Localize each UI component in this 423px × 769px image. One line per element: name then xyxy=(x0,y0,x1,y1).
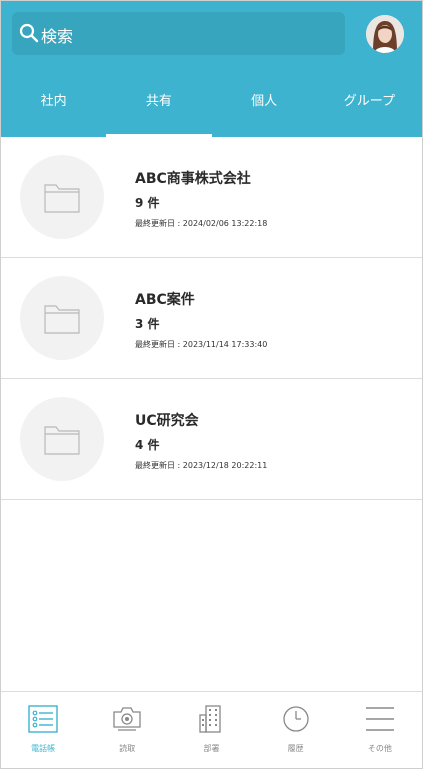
folder-updated: 最終更新日 : 2023/12/18 20:22:11 xyxy=(135,461,268,470)
tab-bar: 社内 共有 個人 グループ xyxy=(1,71,422,137)
folder-icon xyxy=(44,184,80,213)
folder-count: 4 件 xyxy=(135,438,160,452)
nav-label: 部署 xyxy=(203,744,220,753)
phonebook-icon xyxy=(28,705,58,733)
nav-label: 履歴 xyxy=(287,744,304,753)
nav-label: その他 xyxy=(367,744,392,753)
tab-shared[interactable]: 共有 xyxy=(106,71,212,137)
folder-thumbnail xyxy=(20,155,104,239)
nav-history[interactable]: 履歴 xyxy=(254,692,338,768)
tab-internal[interactable]: 社内 xyxy=(1,71,106,137)
folder-list: ABC商事株式会社 9 件 最終更新日 : 2024/02/06 13:22:1… xyxy=(1,137,422,500)
folder-updated: 最終更新日 : 2023/11/14 17:33:40 xyxy=(135,340,268,349)
clock-icon xyxy=(283,706,309,732)
camera-icon xyxy=(113,707,141,731)
header: 検索 社内 共有 個人 グループ xyxy=(1,1,422,137)
menu-icon xyxy=(365,707,394,731)
folder-thumbnail xyxy=(20,276,104,360)
folder-icon xyxy=(44,305,80,334)
nav-other[interactable]: その他 xyxy=(338,692,422,768)
app-window: 検索 社内 共有 個人 グループ ABC商事株式会社 9 件 最終更新日: 2… xyxy=(0,0,423,769)
nav-phonebook[interactable]: 電話帳 xyxy=(1,692,85,768)
folder-count: 3 件 xyxy=(135,317,160,331)
avatar-icon xyxy=(366,15,404,53)
nav-scan[interactable]: 読取 xyxy=(85,692,169,768)
nav-label: 電話帳 xyxy=(31,744,56,753)
folder-icon xyxy=(44,426,80,455)
list-item[interactable]: ABC商事株式会社 9 件 最終更新日 : 2024/02/06 13:22:1… xyxy=(1,137,422,258)
folder-thumbnail xyxy=(20,397,104,481)
tab-personal[interactable]: 個人 xyxy=(212,71,317,137)
avatar[interactable] xyxy=(366,15,404,53)
folder-name: ABC案件 xyxy=(135,292,195,308)
folder-name: ABC商事株式会社 xyxy=(135,171,251,187)
folder-updated: 最終更新日 : 2024/02/06 13:22:18 xyxy=(135,219,268,228)
list-item[interactable]: UC研究会 4 件 最終更新日 : 2023/12/18 20:22:11 xyxy=(1,379,422,500)
search-icon xyxy=(19,23,39,43)
folder-count: 9 件 xyxy=(135,196,160,210)
bottom-nav: 電話帳 読取 部署 履歴 その他 xyxy=(1,691,422,768)
building-icon xyxy=(199,705,222,733)
tab-group[interactable]: グループ xyxy=(317,71,422,137)
list-item[interactable]: ABC案件 3 件 最終更新日 : 2023/11/14 17:33:40 xyxy=(1,258,422,379)
folder-name: UC研究会 xyxy=(135,413,199,429)
search-bar[interactable]: 検索 xyxy=(12,12,345,55)
search-placeholder: 検索 xyxy=(41,27,74,46)
nav-department[interactable]: 部署 xyxy=(169,692,253,768)
nav-label: 読取 xyxy=(119,744,136,753)
